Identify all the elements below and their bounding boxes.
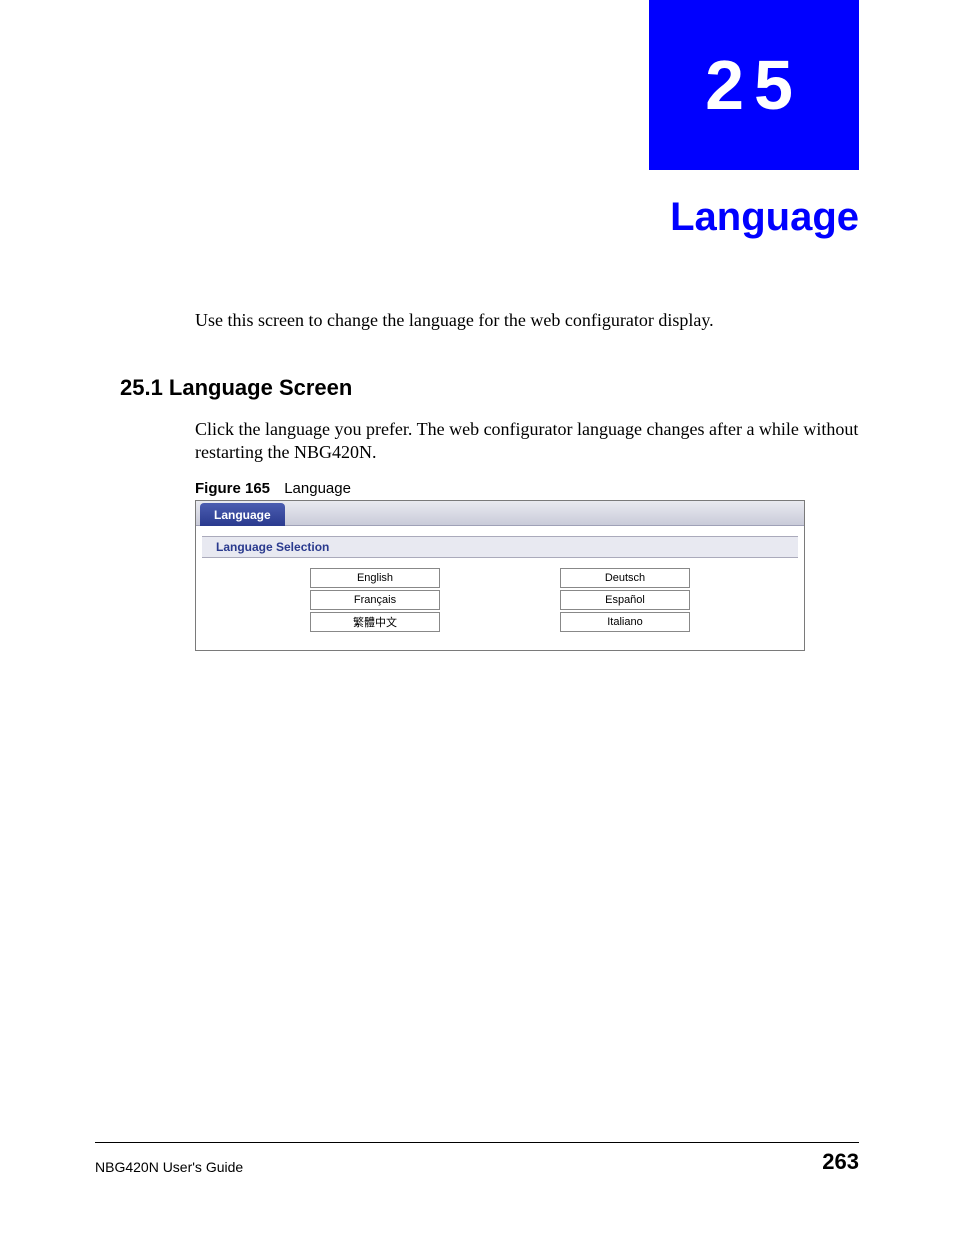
tab-bar: Language — [196, 501, 804, 526]
figure-title: Language — [284, 480, 351, 497]
language-grid: English Deutsch Français Español 繁體中文 It… — [310, 568, 690, 632]
chapter-number-box: 25 — [649, 0, 859, 170]
language-option-italiano[interactable]: Italiano — [560, 612, 690, 632]
language-selection-header: Language Selection — [202, 536, 798, 558]
figure-caption: Figure 165 Language — [195, 480, 351, 497]
chapter-number: 25 — [705, 45, 803, 125]
intro-paragraph: Use this screen to change the language f… — [195, 310, 859, 331]
page-footer: NBG420N User's Guide 263 — [95, 1142, 859, 1175]
footer-guide-name: NBG420N User's Guide — [95, 1159, 243, 1175]
language-option-chinese[interactable]: 繁體中文 — [310, 612, 440, 632]
chapter-title: Language — [670, 195, 859, 240]
figure-screenshot: Language Language Selection English Deut… — [195, 500, 805, 651]
footer-page-number: 263 — [822, 1149, 859, 1175]
language-option-english[interactable]: English — [310, 568, 440, 588]
language-option-espanol[interactable]: Español — [560, 590, 690, 610]
tab-language[interactable]: Language — [200, 503, 285, 526]
language-option-deutsch[interactable]: Deutsch — [560, 568, 690, 588]
figure-label: Figure 165 — [195, 480, 270, 497]
language-option-francais[interactable]: Français — [310, 590, 440, 610]
section-body: Click the language you prefer. The web c… — [195, 418, 859, 463]
page: 25 Language Use this screen to change th… — [0, 0, 954, 1235]
section-heading: 25.1 Language Screen — [120, 375, 352, 401]
